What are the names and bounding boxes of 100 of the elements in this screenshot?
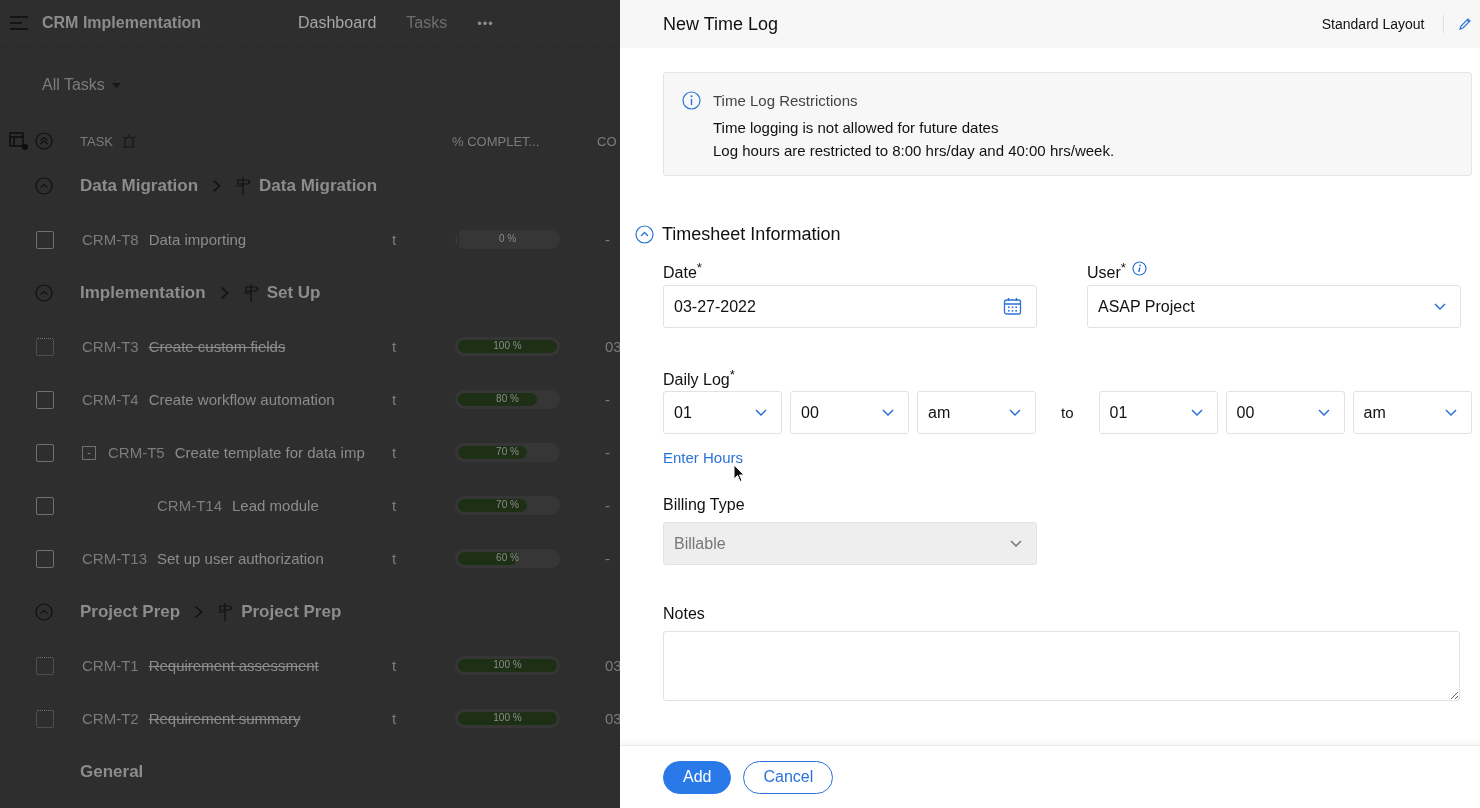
collapse-icon[interactable] (635, 225, 654, 244)
task-name[interactable]: Create custom fields (148, 338, 286, 355)
owner-cell: t (392, 497, 397, 514)
chevron-down-icon (755, 409, 767, 416)
table-cell: - (605, 231, 610, 248)
progress-label: 100 % (492, 658, 523, 672)
chevron-right-icon (219, 286, 229, 300)
task-name[interactable]: Create workflow automation (148, 391, 335, 408)
task-name[interactable]: Data importing (148, 231, 247, 248)
task-checkbox[interactable] (36, 230, 54, 249)
task-id: CRM-T3 (82, 338, 139, 355)
milestone-name[interactable]: Data Migration (80, 176, 199, 196)
chevron-down-icon (1434, 303, 1446, 310)
chevron-right-icon (194, 605, 204, 619)
range-separator: to (1061, 404, 1074, 421)
date-field[interactable]: 03-27-2022 (663, 285, 1037, 328)
table-cell: - (605, 497, 610, 514)
signpost-icon (235, 176, 252, 196)
pencil-icon[interactable] (1457, 17, 1472, 31)
owner-cell: t (392, 231, 397, 248)
task-name[interactable]: Requirement assessment (148, 657, 319, 674)
progress-label: 80 % (495, 392, 520, 406)
chevron-down-icon (882, 409, 894, 416)
project-title: CRM Implementation (42, 14, 203, 32)
task-name[interactable]: Create template for data imp (174, 444, 365, 461)
chevron-right-icon (212, 179, 222, 193)
table-cell: - (605, 391, 610, 408)
time-dropdown[interactable]: 01 (663, 391, 782, 434)
view-dropdown[interactable]: All Tasks (42, 76, 121, 94)
owner-cell: t (392, 444, 397, 461)
owner-cell: t (392, 391, 397, 408)
chevron-down-icon (1010, 540, 1022, 547)
notice-title: Time Log Restrictions (713, 92, 858, 109)
subtask-toggle[interactable]: - (82, 445, 96, 460)
signpost-icon (217, 602, 234, 622)
column-header: CO (597, 133, 617, 149)
tasklist-name[interactable]: Data Migration (259, 176, 378, 196)
time-dropdown[interactable]: am (917, 391, 1036, 434)
task-id: CRM-T5 (108, 444, 165, 461)
add-button[interactable]: Add (663, 760, 732, 794)
notes-field[interactable] (663, 631, 1460, 701)
field-label: Notes (663, 604, 706, 624)
panel-title: New Time Log (663, 13, 780, 35)
task-checkbox[interactable] (36, 443, 54, 462)
task-name[interactable]: Requirement summary (148, 710, 301, 727)
alarm-icon[interactable] (122, 133, 136, 149)
nav-tab[interactable]: Tasks (406, 14, 448, 32)
time-dropdown[interactable]: 01 (1098, 391, 1218, 434)
progress-label: 100 % (492, 339, 523, 353)
cursor-icon (733, 464, 745, 483)
layout-name[interactable]: Standard Layout (1321, 16, 1425, 32)
task-checkbox[interactable] (36, 390, 54, 409)
user-dropdown[interactable]: ASAP Project (1087, 285, 1461, 328)
task-id: CRM-T4 (82, 391, 139, 408)
field-label: User$^{*}$ (1087, 259, 1126, 279)
progress-label: 100 % (492, 711, 523, 725)
chevron-down-icon (1190, 409, 1203, 416)
caret-icon (111, 82, 121, 88)
task-id: CRM-T13 (82, 550, 147, 567)
column-header: % COMPLET... (452, 133, 540, 149)
owner-cell: t (392, 338, 397, 355)
task-checkbox[interactable] (36, 549, 54, 568)
collapse-all-icon[interactable] (35, 132, 53, 150)
enter-hours-link[interactable]: Enter Hours (663, 448, 744, 466)
column-settings-icon[interactable] (9, 131, 29, 151)
time-dropdown[interactable]: am (1352, 391, 1472, 434)
task-name[interactable]: Lead module (232, 497, 319, 514)
field-label: Daily Log$^{*}$ (663, 366, 736, 386)
task-id: CRM-T14 (157, 497, 222, 514)
field-label: Billing Type (663, 495, 746, 515)
signpost-icon (242, 283, 259, 303)
owner-cell: t (392, 657, 397, 674)
time-dropdown[interactable]: 00 (790, 391, 909, 434)
more-button[interactable]: ••• (477, 15, 494, 31)
milestone-name[interactable]: Implementation (80, 283, 206, 303)
progress-label: 0 % (497, 232, 518, 246)
section-title: Timesheet Information (662, 224, 841, 245)
tasklist-name[interactable]: Set Up (266, 283, 321, 303)
calendar-icon[interactable] (1003, 297, 1022, 316)
task-checkbox[interactable] (36, 496, 54, 515)
task-id: CRM-T8 (82, 231, 139, 248)
chevron-down-icon (1444, 409, 1457, 416)
tasklist-name[interactable]: Project Prep (241, 602, 342, 622)
group-name[interactable]: General (80, 762, 144, 782)
menu-icon[interactable] (9, 16, 29, 30)
task-name[interactable]: Set up user authorization (157, 550, 324, 567)
field-label: Date$^{*}$ (663, 259, 703, 279)
column-header: TASK (80, 133, 113, 149)
notice-text: Time logging is not allowed for future dates (713, 119, 1000, 136)
time-dropdown[interactable]: 00 (1225, 391, 1345, 434)
nav-tab[interactable]: Dashboard (298, 14, 377, 32)
chevron-down-icon (1317, 409, 1330, 416)
task-id: CRM-T1 (82, 657, 139, 674)
owner-cell: t (392, 710, 397, 727)
table-cell: - (605, 444, 610, 461)
info-icon[interactable] (1131, 260, 1147, 276)
milestone-name[interactable]: Project Prep (80, 602, 181, 622)
task-id: CRM-T2 (82, 710, 139, 727)
progress-label: 70 % (495, 498, 520, 512)
cancel-button[interactable]: Cancel (743, 760, 834, 794)
